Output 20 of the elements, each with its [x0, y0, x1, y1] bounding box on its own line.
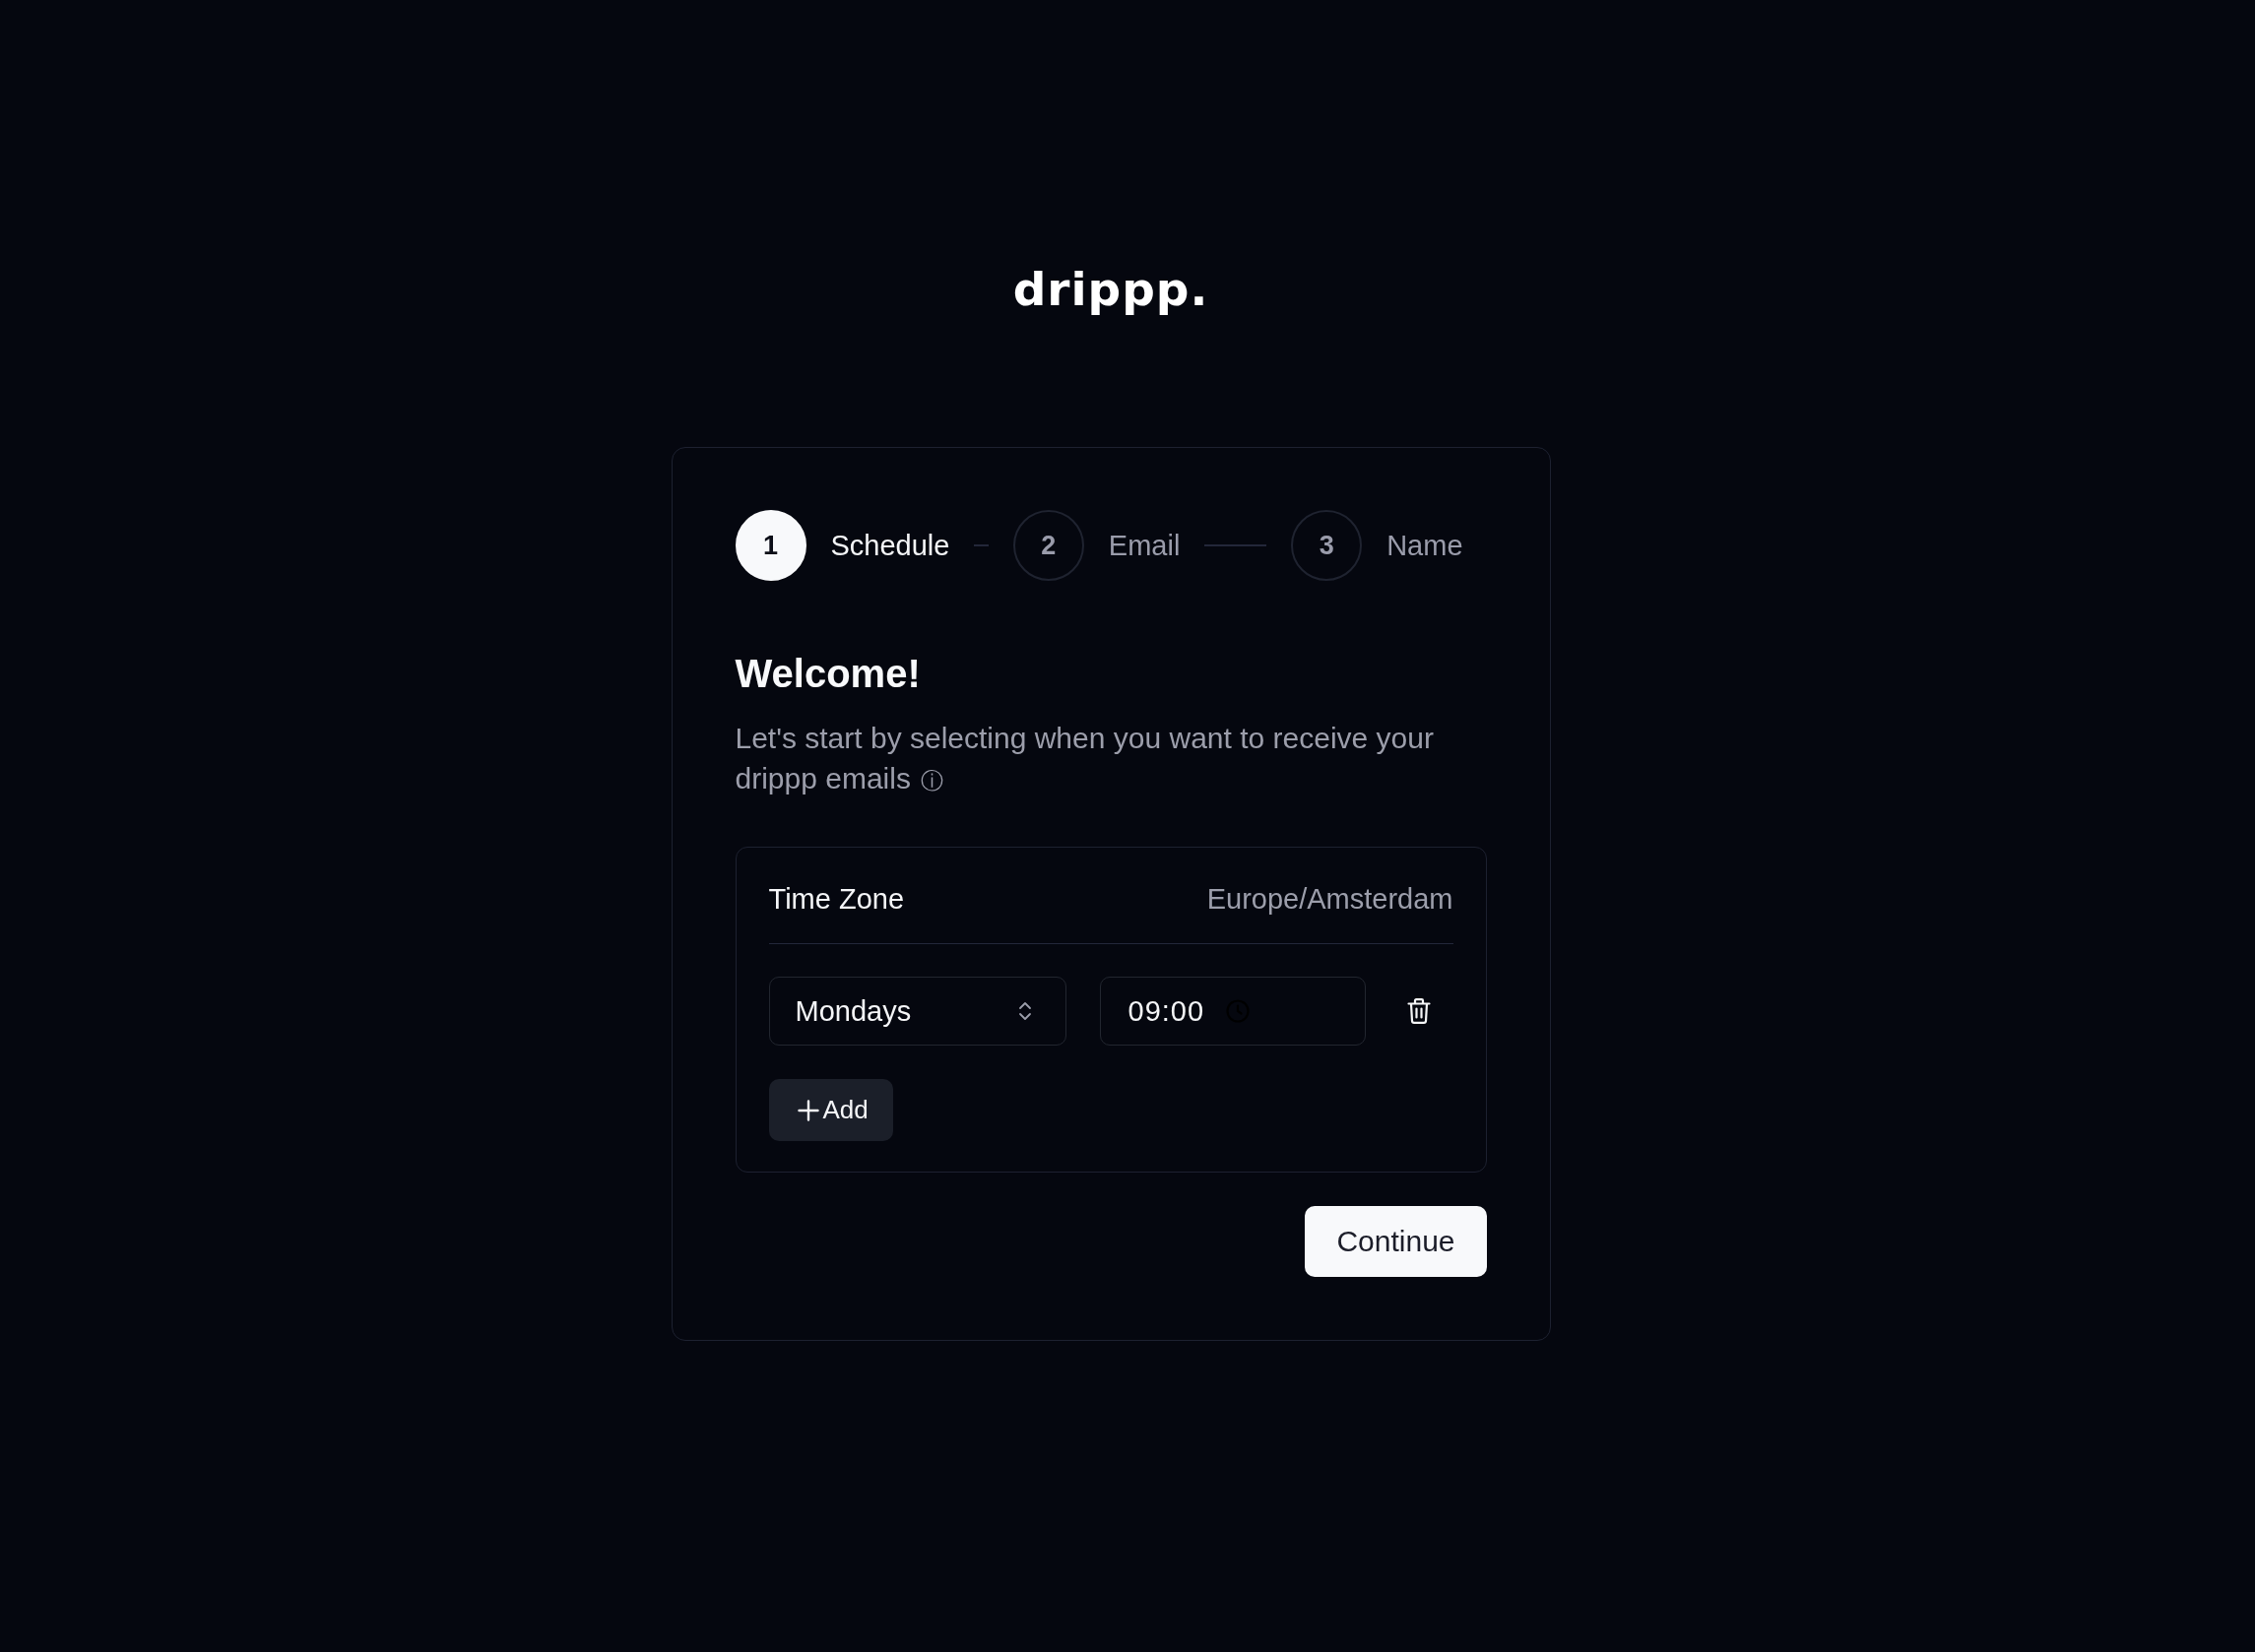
step-label: Name	[1386, 529, 1463, 562]
step-connector	[1204, 544, 1267, 546]
step-connector	[974, 544, 989, 546]
welcome-heading: Welcome!	[735, 651, 922, 696]
step-label: Email	[1108, 529, 1181, 562]
chevrons-icon	[1017, 1000, 1032, 1022]
add-button[interactable]: Add	[768, 1079, 893, 1141]
step-number: 2	[1012, 510, 1084, 581]
step-number: 1	[735, 510, 806, 581]
continue-button[interactable]: Continue	[1305, 1206, 1487, 1277]
intro-text: Let's start by selecting when you want to receive your drippp emails ⓘ	[735, 722, 1434, 794]
step-label: Schedule	[830, 529, 950, 562]
trash-icon	[1406, 998, 1431, 1024]
logo-text: drippp.	[1012, 262, 1209, 317]
timezone-label: Time Zone	[768, 882, 905, 916]
plus-icon	[797, 1099, 819, 1121]
step-number: 3	[1291, 510, 1363, 581]
timezone-value: Europe/Amsterdam	[1206, 882, 1453, 916]
day-select[interactable]: Mondays	[768, 977, 1066, 1046]
time-field[interactable]: 09:00	[1099, 977, 1366, 1046]
